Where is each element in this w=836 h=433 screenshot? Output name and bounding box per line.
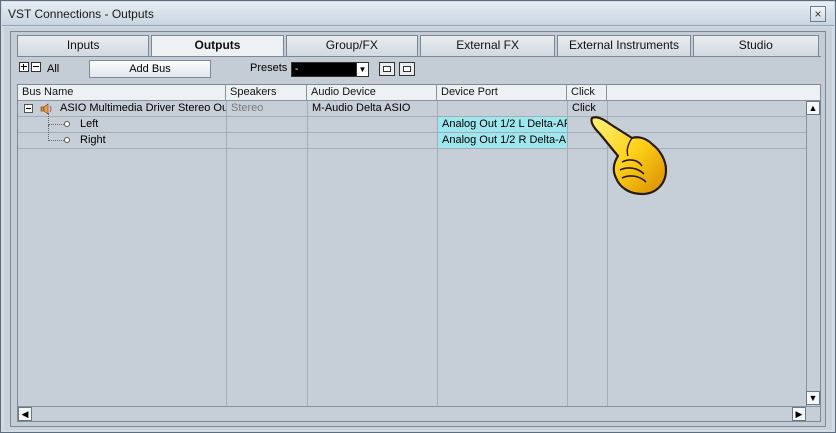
device-port-cell[interactable] — [438, 101, 567, 116]
connections-panel: Inputs Outputs Group/FX External FX Exte… — [10, 31, 826, 427]
vertical-scrollbar[interactable]: ▲ ▼ — [806, 101, 820, 406]
speaker-icon — [40, 103, 52, 115]
presets-label: Presets — [250, 62, 288, 74]
table-row[interactable]: ASIO Multimedia Driver Stereo Out Stereo… — [18, 101, 806, 117]
vst-connections-window: VST Connections - Outputs × Inputs Outpu… — [0, 0, 836, 433]
audio-device-cell[interactable]: M-Audio Delta ASIO — [308, 101, 437, 116]
bus-grid: Bus Name Speakers Audio Device Device Po… — [17, 84, 821, 422]
tab-group-fx[interactable]: Group/FX — [285, 35, 418, 56]
tab-studio[interactable]: Studio — [692, 35, 819, 56]
expand-collapse-group — [19, 62, 41, 72]
store-preset-icon[interactable] — [379, 62, 395, 76]
scroll-left-icon[interactable]: ◀ — [18, 407, 32, 421]
tree-collapse-icon[interactable] — [24, 104, 33, 113]
presets-value: - — [295, 64, 299, 75]
window-title: VST Connections - Outputs — [8, 7, 154, 21]
title-bar[interactable]: VST Connections - Outputs × — [2, 2, 834, 26]
table-row[interactable]: Left Analog Out 1/2 L Delta-AP — [18, 113, 806, 133]
client-area: Inputs Outputs Group/FX External FX Exte… — [4, 27, 832, 430]
chevron-down-icon[interactable]: ▼ — [356, 63, 368, 76]
scroll-up-icon[interactable]: ▲ — [806, 101, 820, 115]
tab-inputs[interactable]: Inputs — [17, 35, 150, 56]
tab-bar: Inputs Outputs Group/FX External FX Exte… — [17, 35, 821, 57]
device-port-cell[interactable]: Analog Out 1/2 L Delta-AP — [438, 117, 567, 132]
header-bus-name[interactable]: Bus Name — [18, 85, 226, 101]
header-device-port[interactable]: Device Port — [437, 85, 567, 101]
close-button[interactable]: × — [810, 6, 826, 22]
grid-header: Bus Name Speakers Audio Device Device Po… — [18, 85, 820, 101]
tree-connector — [48, 124, 64, 125]
header-click[interactable]: Click — [567, 85, 607, 101]
header-audio-device[interactable]: Audio Device — [307, 85, 437, 101]
horizontal-scrollbar[interactable]: ◀ ▶ — [18, 406, 820, 421]
scroll-right-icon[interactable]: ▶ — [792, 407, 806, 421]
expand-all-icon[interactable] — [19, 62, 29, 72]
channel-node-icon — [64, 121, 70, 127]
tab-external-fx[interactable]: External FX — [419, 35, 556, 56]
tab-outputs[interactable]: Outputs — [151, 35, 284, 57]
speakers-cell: Stereo — [231, 102, 264, 114]
toolbar: All Add Bus Presets - ▼ — [17, 59, 821, 81]
device-port-cell[interactable]: Analog Out 1/2 R Delta-AP — [438, 133, 567, 148]
tab-external-instruments[interactable]: External Instruments — [557, 35, 691, 56]
collapse-all-icon[interactable] — [31, 62, 41, 72]
channel-node-icon — [64, 137, 70, 143]
add-bus-button[interactable]: Add Bus — [89, 60, 211, 78]
scroll-down-icon[interactable]: ▼ — [806, 391, 820, 405]
remove-preset-icon[interactable] — [399, 62, 415, 76]
bus-name-cell: Right — [80, 134, 106, 146]
bus-name-cell: Left — [80, 118, 99, 130]
tab-divider — [17, 56, 821, 57]
table-row[interactable]: Right Analog Out 1/2 R Delta-AP — [18, 125, 806, 149]
header-speakers[interactable]: Speakers — [226, 85, 307, 101]
presets-dropdown[interactable]: - ▼ — [291, 62, 369, 77]
all-label: All — [47, 63, 60, 75]
bus-name-cell: ASIO Multimedia Driver Stereo Out — [60, 102, 226, 114]
pointing-hand-icon — [590, 116, 668, 196]
tree-connector — [48, 125, 49, 141]
tree-connector — [48, 140, 64, 141]
